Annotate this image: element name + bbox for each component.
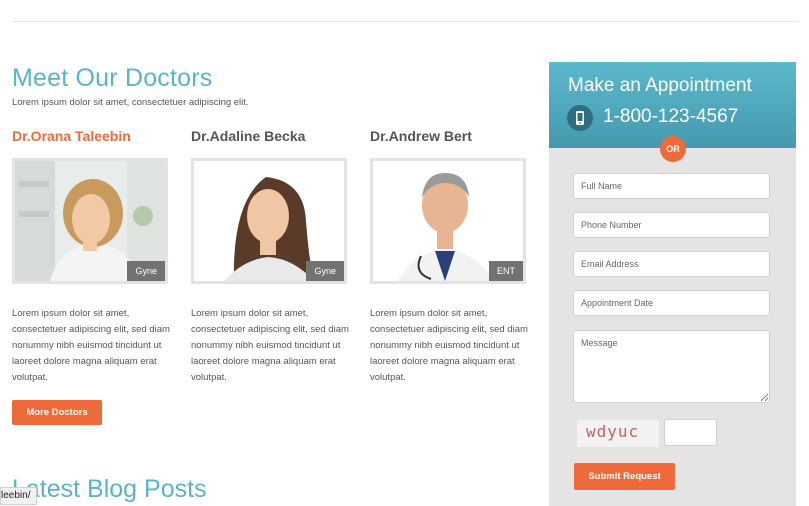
- specialty-badge: Gyne: [306, 261, 344, 281]
- appointment-header: Make an Appointment 1-800-123-4567 OR: [549, 62, 796, 162]
- specialty-badge: Gyne: [127, 261, 165, 281]
- captcha-text: wdyuc: [586, 422, 640, 441]
- more-doctors-button[interactable]: More Doctors: [12, 400, 102, 425]
- appointment-title: Make an Appointment: [568, 75, 752, 96]
- appointment-panel: Make an Appointment 1-800-123-4567 OR wd…: [549, 62, 796, 506]
- doctor-photo[interactable]: Gyne: [191, 158, 347, 284]
- section-subtitle: Lorem ipsum dolor sit amet, consectetuer…: [12, 97, 249, 108]
- doctor-photo[interactable]: ENT: [370, 158, 526, 284]
- specialty-badge: ENT: [489, 261, 523, 281]
- message-field[interactable]: [573, 330, 770, 403]
- doctor-photo[interactable]: Gyne: [12, 158, 168, 284]
- full-name-field[interactable]: [573, 173, 770, 199]
- doctor-card: Dr.Adaline Becka Gyne Lorem ipsum dolor …: [191, 128, 349, 386]
- doctor-description: Lorem ipsum dolor sit amet, consectetuer…: [370, 308, 528, 383]
- doctor-name-link[interactable]: Dr.Adaline Becka: [191, 128, 347, 148]
- doctor-name-link[interactable]: Dr.Andrew Bert: [370, 128, 526, 148]
- submit-request-button[interactable]: Submit Request: [574, 463, 675, 490]
- email-field[interactable]: [573, 251, 770, 277]
- doctor-name-link[interactable]: Dr.Orana Taleebin: [12, 128, 168, 148]
- mobile-phone-icon: [567, 105, 593, 131]
- appointment-phone: 1-800-123-4567: [603, 106, 739, 127]
- section-title: Meet Our Doctors: [12, 64, 213, 92]
- appointment-date-field[interactable]: [573, 290, 770, 316]
- blog-section-title: Latest Blog Posts: [12, 475, 207, 503]
- doctor-card: Dr.Orana Taleebin Gyne Lorem ipsum dolor…: [12, 128, 170, 386]
- doctor-description: Lorem ipsum dolor sit amet, consectetuer…: [191, 308, 349, 383]
- phone-number-field[interactable]: [573, 212, 770, 238]
- or-badge: OR: [660, 136, 686, 162]
- status-bar-url: leebin/: [0, 487, 38, 505]
- doctor-description: Lorem ipsum dolor sit amet, consectetuer…: [12, 308, 170, 383]
- top-divider: [12, 21, 797, 22]
- doctor-card: Dr.Andrew Bert ENT Lorem ipsum dolor sit…: [370, 128, 528, 386]
- captcha-input[interactable]: [664, 419, 717, 446]
